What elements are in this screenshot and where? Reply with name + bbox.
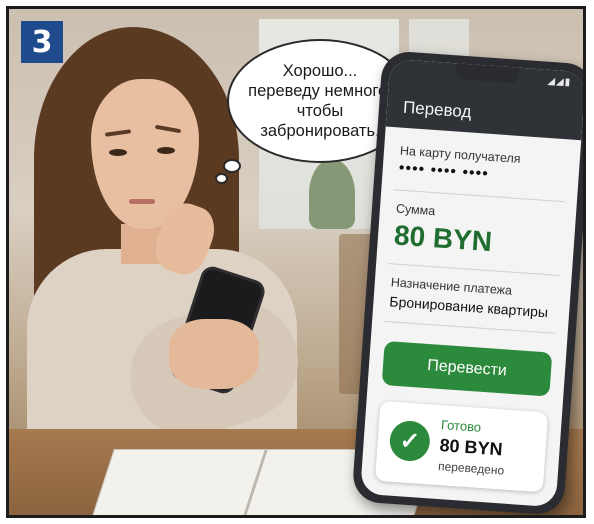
- phone-screen: ◢◢▮ Перевод На карту получателя •••• •••…: [360, 58, 583, 508]
- phone-mockup: ◢◢▮ Перевод На карту получателя •••• •••…: [351, 50, 583, 515]
- thought-line: переведу немного,: [248, 82, 392, 100]
- page-title: Перевод: [402, 97, 473, 122]
- success-amount: 80 BYN: [438, 435, 504, 460]
- woman-eye: [109, 149, 127, 156]
- check-icon: ✓: [388, 419, 432, 463]
- thought-line: забронировать.: [260, 122, 380, 140]
- recipient-card-field[interactable]: •••• •••• ••••: [398, 160, 489, 184]
- purpose-field[interactable]: Бронирование квартиры: [389, 293, 549, 320]
- success-note: переведено: [437, 459, 505, 478]
- thought-line: чтобы: [296, 102, 344, 120]
- panel-number-badge: 3: [21, 21, 63, 63]
- comic-panel: 3 Хорошо... переведу немного, чтобы забр…: [6, 6, 586, 518]
- status-bar-icons: ◢◢▮: [546, 75, 572, 89]
- woman-eye: [157, 147, 175, 154]
- divider: [384, 320, 556, 334]
- background-plant: [309, 159, 355, 229]
- woman-hand-phone: [169, 319, 259, 389]
- success-card: ✓ Готово 80 BYN переведено: [374, 400, 549, 493]
- divider: [388, 263, 560, 277]
- app-header: ◢◢▮ Перевод: [385, 58, 583, 141]
- thought-line: Хорошо...: [282, 62, 358, 80]
- thought-dot: [215, 173, 228, 184]
- amount-label: Сумма: [395, 201, 436, 219]
- divider: [393, 189, 565, 203]
- amount-field[interactable]: 80 BYN: [393, 219, 493, 258]
- woman-mouth: [129, 199, 155, 204]
- phone-notch: [455, 63, 521, 84]
- thought-dot: [223, 159, 241, 173]
- success-status: Готово: [440, 417, 482, 435]
- transfer-button[interactable]: Перевести: [381, 340, 553, 397]
